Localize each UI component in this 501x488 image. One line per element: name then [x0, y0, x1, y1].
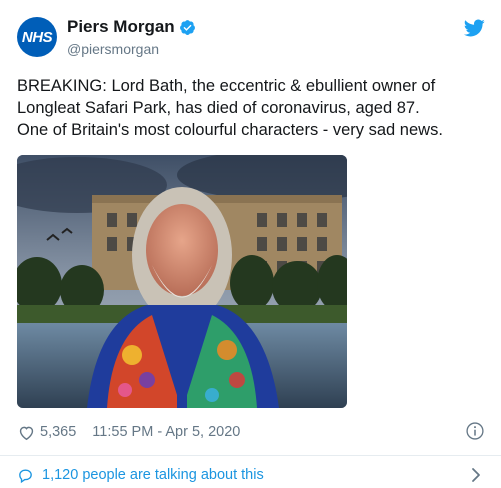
heart-icon [19, 426, 34, 440]
verified-badge-icon [179, 19, 195, 35]
avatar[interactable]: NHS [17, 17, 57, 57]
speech-bubble-icon [19, 469, 32, 483]
twitter-bird-icon[interactable] [463, 17, 485, 39]
photo-illustration [17, 155, 347, 408]
tweet-header: NHS Piers Morgan @piersmorgan [17, 15, 487, 59]
conversation-text: 1,120 people are talking about this [42, 467, 264, 483]
divider [0, 455, 501, 456]
like-button[interactable]: 5,365 [17, 423, 76, 442]
tweet-card[interactable]: NHS Piers Morgan @piersmorgan BREAKING: … [0, 0, 501, 488]
tweet-text: BREAKING: Lord Bath, the eccentric & ebu… [17, 77, 443, 139]
chevron-right-icon [472, 468, 480, 482]
tweet-photo[interactable] [17, 155, 347, 408]
handle[interactable]: @piersmorgan [67, 41, 196, 57]
info-icon[interactable] [465, 421, 485, 441]
conversation-link[interactable]: 1,120 people are talking about this [17, 464, 487, 486]
tweet-meta: 5,365 11:55 PM - Apr 5, 2020 [17, 421, 487, 443]
author-names: Piers Morgan @piersmorgan [67, 17, 196, 57]
timestamp[interactable]: 11:55 PM - Apr 5, 2020 [92, 424, 240, 440]
like-count: 5,365 [40, 424, 77, 440]
avatar-text: NHS [21, 28, 53, 46]
display-name[interactable]: Piers Morgan [67, 17, 175, 37]
